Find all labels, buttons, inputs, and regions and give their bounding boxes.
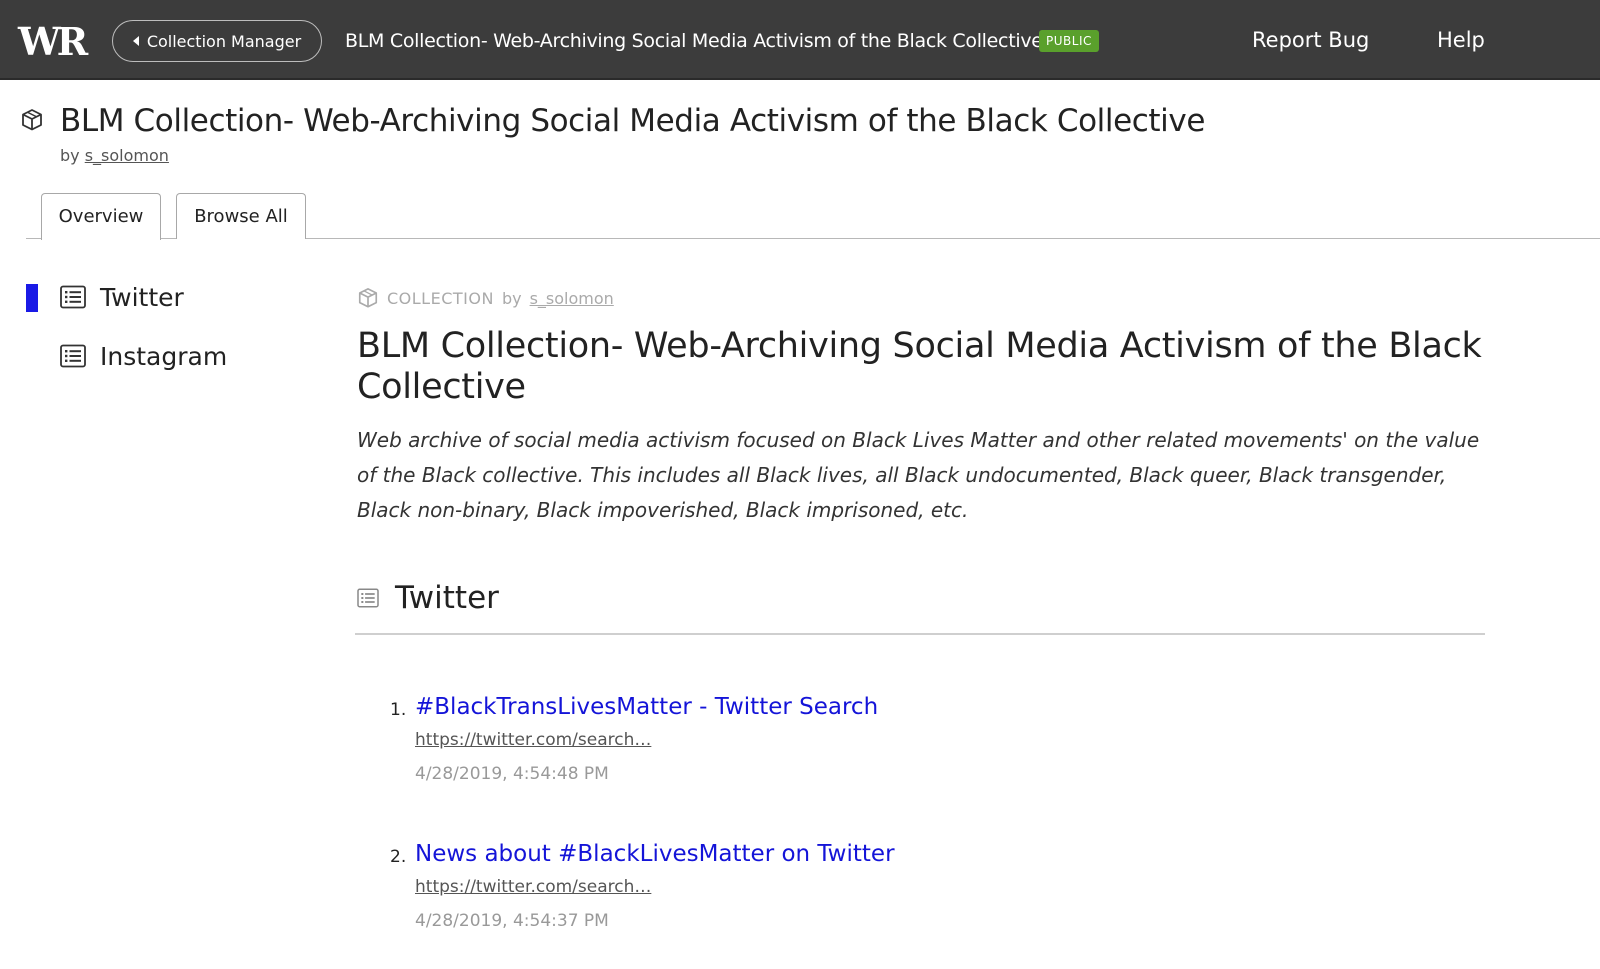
collection-meta: COLLECTION by s_solomon (357, 287, 614, 309)
list-item-title-link[interactable]: News about #BlackLivesMatter on Twitter (415, 837, 895, 871)
list-item-timestamp: 4/28/2019, 4:54:37 PM (415, 911, 609, 931)
collection-cube-icon (358, 288, 378, 308)
page-byline: by s_solomon (60, 145, 169, 167)
navbar-collection-title: BLM Collection- Web-Archiving Social Med… (345, 30, 1043, 52)
tab-overview[interactable]: Overview (41, 193, 161, 240)
list-item-url-link[interactable]: https://twitter.com/search… (415, 730, 651, 750)
sidebar-item-label: Instagram (100, 341, 228, 371)
meta-by: by (501, 288, 522, 308)
sidebar-item-instagram[interactable]: Instagram (60, 341, 227, 371)
sidebar-active-marker (26, 284, 38, 312)
list-item-url-link[interactable]: https://twitter.com/search… (415, 877, 651, 897)
byline-by: by (60, 146, 80, 165)
list-item-title-link[interactable]: #BlackTransLivesMatter - Twitter Search (415, 690, 878, 724)
report-bug-link[interactable]: Report Bug (1252, 26, 1369, 54)
meta-author-link[interactable]: s_solomon (530, 289, 614, 308)
list-icon (357, 588, 379, 608)
list-item-number: 2. (390, 847, 407, 867)
list-icon (60, 344, 86, 368)
collection-manager-label: Collection Manager (146, 31, 302, 51)
collection-type-label: COLLECTION (387, 288, 494, 308)
section-divider (355, 633, 1485, 635)
public-badge: PUBLIC (1039, 30, 1099, 52)
sidebar-item-twitter[interactable]: Twitter (60, 282, 184, 312)
collection-manager-button[interactable]: Collection Manager (112, 20, 322, 62)
list-icon (60, 285, 86, 309)
tab-browse-all[interactable]: Browse All (176, 193, 306, 239)
list-item-timestamp: 4/28/2019, 4:54:48 PM (415, 764, 609, 784)
list-item-number: 1. (390, 700, 407, 720)
author-link[interactable]: s_solomon (85, 146, 169, 165)
collection-description: Web archive of social media activism foc… (357, 428, 1480, 522)
sidebar-item-label: Twitter (100, 282, 184, 312)
page-title: BLM Collection- Web-Archiving Social Med… (60, 103, 1206, 139)
top-navbar: WR Collection Manager BLM Collection- We… (0, 0, 1600, 80)
webrecorder-logo[interactable]: WR (18, 22, 88, 62)
collection-cube-icon (22, 109, 42, 131)
help-link[interactable]: Help (1437, 26, 1485, 54)
caret-left-icon (132, 36, 139, 46)
collection-title: BLM Collection- Web-Archiving Social Med… (357, 326, 1482, 407)
section-title: Twitter (395, 580, 499, 616)
section-heading-twitter: Twitter (357, 578, 499, 618)
